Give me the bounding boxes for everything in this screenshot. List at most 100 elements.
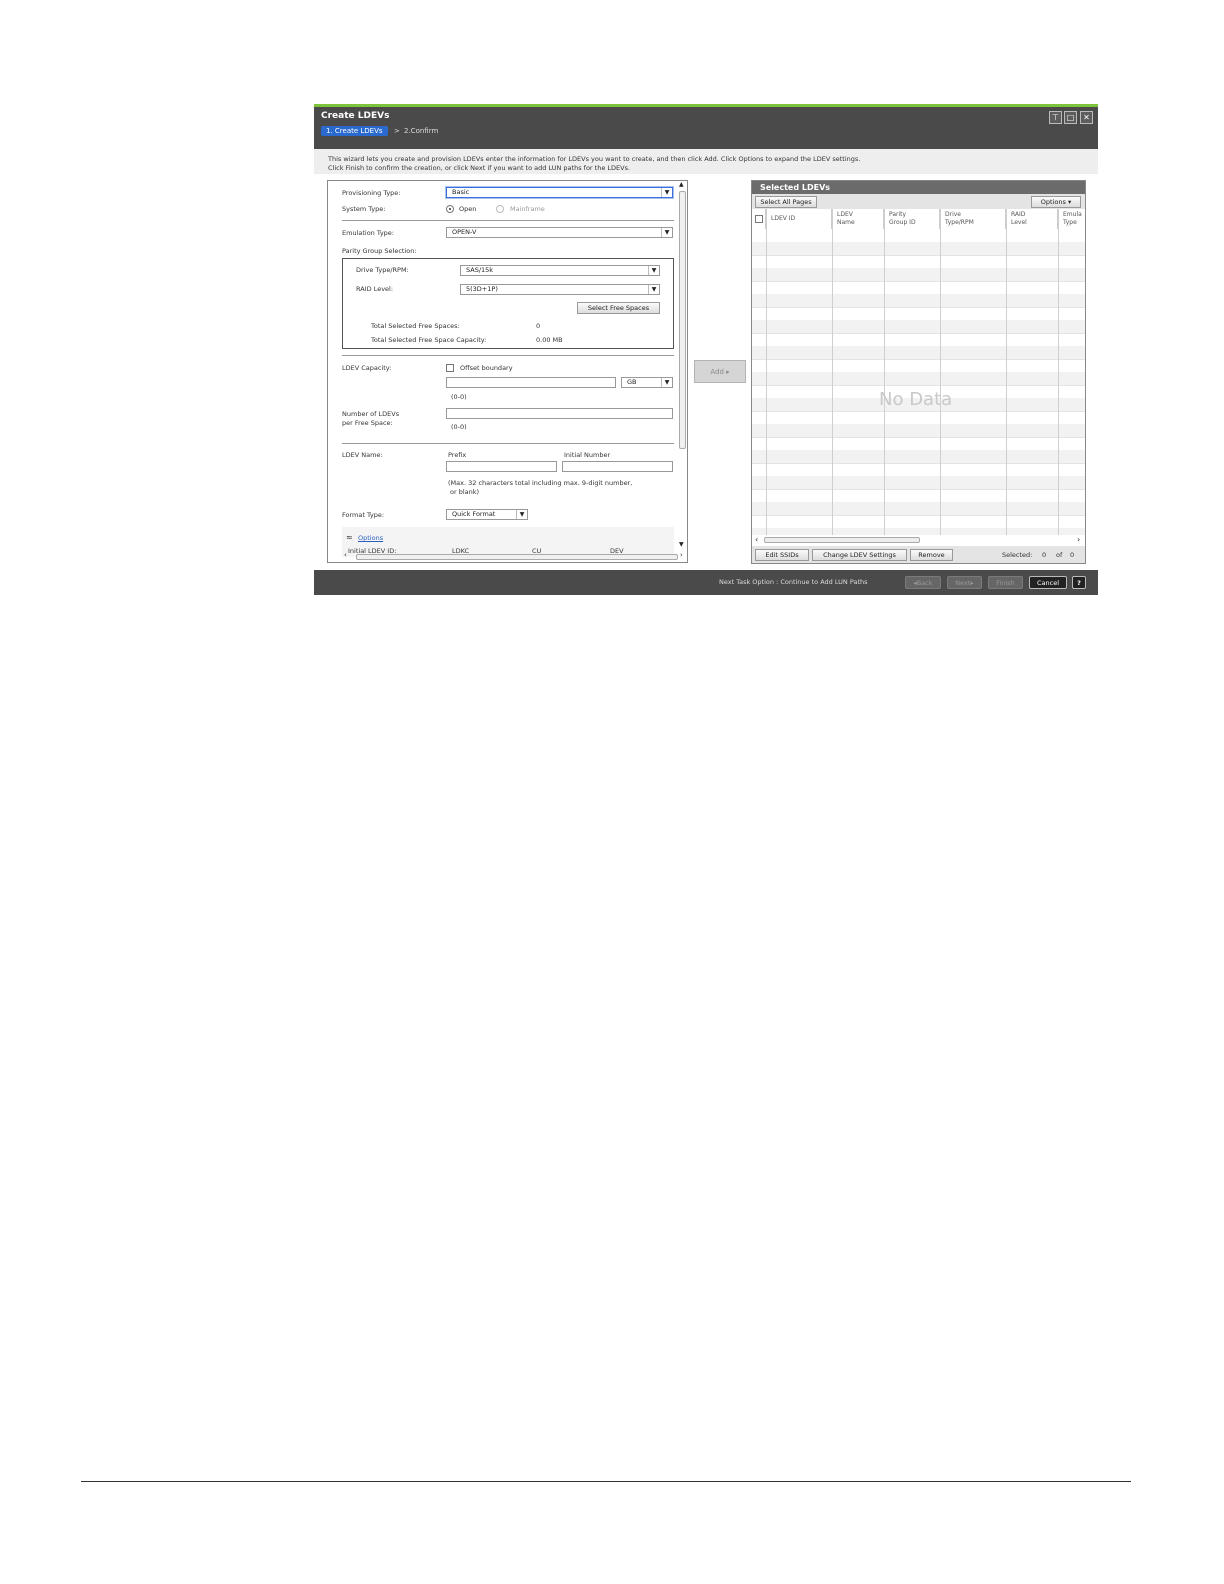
- capacity-unit-value: GB: [627, 378, 637, 386]
- select-all-pages-button[interactable]: Select All Pages: [755, 196, 817, 208]
- next-button[interactable]: Next▸: [947, 576, 982, 589]
- maximize-icon[interactable]: □: [1064, 111, 1077, 124]
- provisioning-type-value: Basic: [452, 188, 470, 196]
- instructions: This wizard lets you create and provisio…: [314, 149, 1098, 174]
- change-ldev-settings-button[interactable]: Change LDEV Settings: [812, 549, 907, 561]
- total-capacity-value: 0.00 MB: [536, 336, 563, 344]
- table-row: [752, 255, 1085, 269]
- system-type-open-radio[interactable]: [446, 205, 454, 213]
- table-row: [752, 528, 1085, 535]
- drive-type-select[interactable]: SAS/15k ▼: [460, 265, 660, 276]
- cancel-button[interactable]: Cancel: [1029, 576, 1067, 589]
- provisioning-type-label: Provisioning Type:: [342, 189, 401, 197]
- next-button-label: Next: [955, 579, 971, 587]
- name-hint-line-1: (Max. 32 characters total including max.…: [448, 479, 633, 487]
- step-separator: >: [394, 127, 400, 135]
- raid-level-select[interactable]: 5(3D+1P) ▼: [460, 284, 660, 295]
- initial-number-input[interactable]: [562, 461, 673, 472]
- capacity-unit-select[interactable]: GB ▼: [621, 377, 673, 388]
- total-free-spaces-value: 0: [536, 322, 541, 330]
- table-row: [752, 294, 1085, 308]
- number-of-ldevs-input[interactable]: [446, 408, 673, 419]
- scroll-left-icon[interactable]: ‹: [755, 535, 758, 544]
- back-button-label: Back: [916, 579, 933, 587]
- dialog-footer: Next Task Option : Continue to Add LUN P…: [314, 570, 1098, 595]
- selected-count: 0: [1042, 551, 1047, 559]
- finish-button[interactable]: Finish: [988, 576, 1023, 589]
- prefix-input[interactable]: [446, 461, 557, 472]
- table-row: [752, 515, 1085, 529]
- column-header-raid-level[interactable]: RAID Level: [1006, 209, 1058, 229]
- total-count: 0: [1070, 551, 1075, 559]
- table-row: [752, 372, 1085, 386]
- raid-level-label: RAID Level:: [356, 285, 394, 293]
- ldev-capacity-input[interactable]: [446, 377, 616, 388]
- ldev-capacity-label: LDEV Capacity:: [342, 364, 392, 372]
- column-header-label: LDEV ID: [771, 215, 796, 222]
- column-header-label: Type: [1063, 219, 1077, 226]
- options-link[interactable]: Options: [358, 534, 383, 542]
- table-row: [752, 359, 1085, 373]
- parity-group-selection-label: Parity Group Selection:: [342, 247, 417, 255]
- collapse-up-icon[interactable]: ≈: [346, 533, 353, 542]
- total-capacity-label: Total Selected Free Space Capacity:: [371, 336, 487, 344]
- offset-boundary-checkbox[interactable]: [446, 364, 454, 372]
- ldev-name-label: LDEV Name:: [342, 451, 383, 459]
- format-type-select[interactable]: Quick Format ▼: [446, 509, 528, 520]
- offset-boundary-label: Offset boundary: [460, 364, 513, 372]
- column-header-ldev-id[interactable]: LDEV ID: [766, 209, 832, 229]
- horizontal-scrollbar[interactable]: ‹ ›: [344, 551, 684, 560]
- title-bar: Create LDEVs ⊤ □ ✕: [314, 104, 1098, 124]
- column-header-label: Drive: [945, 211, 961, 218]
- column-header-emulation-type[interactable]: Emula Type: [1058, 209, 1085, 229]
- divider: [342, 443, 674, 444]
- system-type-mainframe-radio[interactable]: [496, 205, 504, 213]
- column-header-label: RAID: [1011, 211, 1026, 218]
- chevron-down-icon: ▼: [648, 285, 659, 294]
- initial-number-label: Initial Number: [564, 451, 611, 459]
- name-hint-line-2: or blank): [450, 488, 480, 496]
- edit-ssids-button[interactable]: Edit SSIDs: [755, 549, 809, 561]
- table-row: [752, 476, 1085, 490]
- horizontal-scrollbar[interactable]: ‹ ›: [752, 535, 1085, 545]
- remove-button[interactable]: Remove: [910, 549, 953, 561]
- instruction-line-2: Click Finish to confirm the creation, or…: [328, 164, 631, 172]
- scroll-thumb[interactable]: [764, 537, 920, 543]
- chevron-down-icon: ▼: [661, 378, 672, 387]
- column-header-label: Parity: [889, 211, 907, 218]
- scroll-right-icon[interactable]: ›: [680, 551, 683, 559]
- dialog-title: Create LDEVs: [321, 111, 390, 121]
- help-icon[interactable]: ?: [1072, 576, 1086, 589]
- step-confirm: 2.Confirm: [404, 127, 439, 135]
- emulation-type-select[interactable]: OPEN-V ▼: [446, 227, 673, 238]
- total-free-spaces-label: Total Selected Free Spaces:: [371, 322, 460, 330]
- ldev-settings-panel: Provisioning Type: Basic ▼ System Type: …: [327, 180, 688, 563]
- pin-icon[interactable]: ⊤: [1049, 111, 1062, 124]
- scroll-thumb[interactable]: [356, 554, 678, 560]
- scroll-right-icon[interactable]: ›: [1077, 535, 1080, 544]
- raid-level-value: 5(3D+1P): [466, 285, 498, 293]
- vertical-scrollbar[interactable]: ▲ ▼: [679, 181, 686, 551]
- close-icon[interactable]: ✕: [1080, 111, 1093, 124]
- add-button[interactable]: Add ▸: [694, 360, 746, 383]
- select-all-checkbox[interactable]: [755, 215, 763, 223]
- column-header-drive-type[interactable]: Drive Type/RPM: [940, 209, 1006, 229]
- select-free-spaces-button[interactable]: Select Free Spaces: [577, 302, 660, 314]
- per-free-space-label: per Free Space:: [342, 419, 393, 427]
- column-header-parity-group-id[interactable]: Parity Group ID: [884, 209, 940, 229]
- back-button[interactable]: ◂Back: [905, 576, 941, 589]
- scroll-left-icon[interactable]: ‹: [344, 551, 347, 559]
- options-button[interactable]: Options ▾: [1031, 196, 1081, 208]
- column-header-label: Group ID: [889, 219, 916, 226]
- provisioning-type-select[interactable]: Basic ▼: [446, 187, 673, 198]
- scroll-up-icon[interactable]: ▲: [679, 181, 684, 188]
- drive-type-value: SAS/15k: [466, 266, 494, 274]
- scroll-thumb[interactable]: [679, 191, 686, 449]
- number-of-ldevs-range: (0-0): [451, 423, 467, 431]
- capacity-range: (0-0): [451, 393, 467, 401]
- column-divider: [766, 209, 767, 535]
- column-header-ldev-name[interactable]: LDEV Name: [832, 209, 884, 229]
- table-row: [752, 450, 1085, 464]
- of-label: of: [1056, 551, 1063, 559]
- scroll-down-icon[interactable]: ▼: [679, 541, 684, 548]
